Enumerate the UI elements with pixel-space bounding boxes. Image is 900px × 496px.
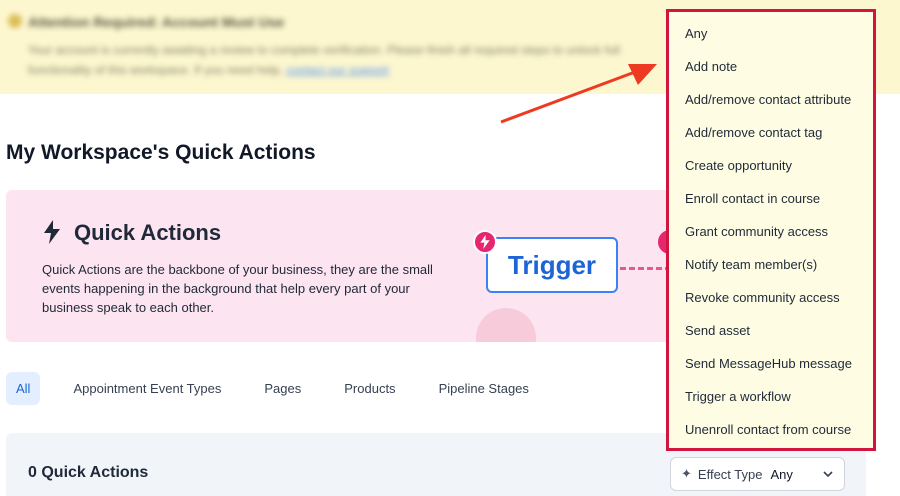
tab-appointment-event-types[interactable]: Appointment Event Types: [63, 372, 231, 405]
option-add-note[interactable]: Add note: [685, 59, 737, 74]
tab-products[interactable]: Products: [334, 372, 405, 405]
bolt-badge-icon: [473, 230, 497, 254]
tab-bar: All Appointment Event Types Pages Produc…: [6, 372, 562, 405]
page-title: My Workspace's Quick Actions: [6, 141, 316, 164]
quick-actions-count: 0 Quick Actions: [28, 464, 149, 481]
option-revoke-community-access[interactable]: Revoke community access: [685, 290, 840, 305]
option-unenroll-contact-from-course[interactable]: Unenroll contact from course: [685, 422, 851, 437]
option-send-messagehub-message[interactable]: Send MessageHub message: [685, 356, 852, 371]
option-notify-team-members[interactable]: Notify team member(s): [685, 257, 817, 272]
warning-icon: [8, 14, 22, 28]
annotation-arrow: [500, 64, 657, 124]
hero-title: Quick Actions: [74, 220, 222, 245]
option-send-asset[interactable]: Send asset: [685, 323, 750, 338]
effect-type-dropdown: Any Add note Add/remove contact attribut…: [666, 9, 876, 451]
banner-link[interactable]: contact our support: [286, 63, 389, 77]
bolt-icon: [44, 220, 60, 244]
tab-pipeline-stages[interactable]: Pipeline Stages: [429, 372, 539, 405]
option-grant-community-access[interactable]: Grant community access: [685, 224, 828, 239]
option-add-remove-contact-attribute[interactable]: Add/remove contact attribute: [685, 92, 851, 107]
tab-pages[interactable]: Pages: [254, 372, 311, 405]
quick-actions-hero: Quick Actions Quick Actions are the back…: [6, 190, 686, 342]
trigger-illustration: Trigger: [486, 237, 618, 293]
hero-description: Quick Actions are the backbone of your b…: [42, 262, 433, 315]
banner-title: Attention Required: Account Must Use: [28, 14, 285, 30]
option-create-opportunity[interactable]: Create opportunity: [685, 158, 792, 173]
tab-all[interactable]: All: [6, 372, 41, 405]
option-trigger-a-workflow[interactable]: Trigger a workflow: [685, 389, 791, 404]
gear-decoration: [476, 308, 536, 342]
effect-type-label: Effect Type: [697, 466, 763, 482]
sparkle-icon: ✦: [681, 466, 692, 481]
effect-type-select[interactable]: ✦ Effect Type Any: [670, 457, 845, 491]
option-add-remove-contact-tag[interactable]: Add/remove contact tag: [685, 125, 822, 140]
chevron-down-icon: [823, 471, 833, 478]
option-any[interactable]: Any: [685, 26, 707, 41]
option-enroll-contact-in-course[interactable]: Enroll contact in course: [685, 191, 820, 206]
effect-type-value: Any: [770, 466, 793, 482]
